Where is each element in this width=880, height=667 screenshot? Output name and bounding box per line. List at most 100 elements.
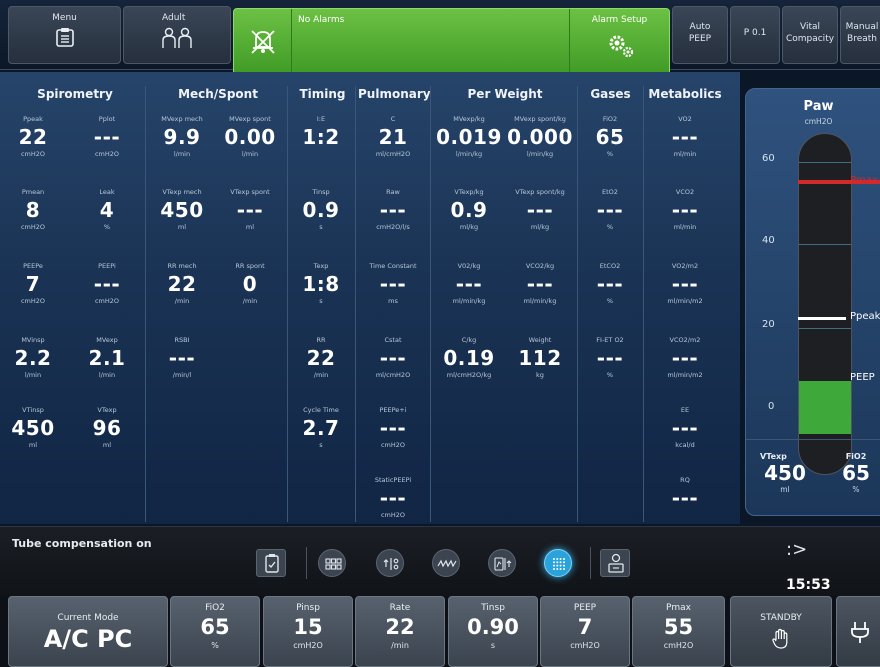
value-label: VTinsp	[22, 406, 44, 414]
manual-breath-button[interactable]: Manual Breath	[840, 6, 880, 64]
setting-label: Rate	[389, 603, 411, 613]
patient-info-button[interactable]	[600, 549, 630, 577]
value-rr: RR 22/min	[291, 336, 351, 380]
menu-label: Menu	[52, 13, 77, 23]
value-number: 96	[92, 416, 122, 440]
current-mode-value: A/C PC	[43, 625, 133, 653]
value-unit: ml/min/kg	[452, 297, 486, 305]
alarm-status-text: No Alarms	[298, 15, 345, 25]
value-number: ---	[93, 125, 121, 149]
value-label: MVexp spont/kg	[514, 115, 566, 123]
setting-tinsp-button[interactable]: Tinsp 0.90 s	[448, 596, 538, 667]
p01-label: P 0.1	[743, 28, 767, 38]
split-view-button[interactable]	[376, 549, 404, 577]
setting-label: Pinsp	[296, 603, 320, 613]
column-divider	[355, 86, 356, 522]
value-unit: s	[319, 223, 323, 231]
settings-bar: Current Mode A/C PC FiO2 65% Pinsp 15 cmH2O…	[0, 596, 880, 667]
value-fi-et-o2: FI-ET O2 ---%	[580, 336, 640, 380]
paw-ppeak-label: Ppeak	[850, 311, 880, 323]
setting-pmax-button[interactable]: Pmax 55 cmH2O	[632, 596, 725, 667]
value-unit: /min	[313, 371, 329, 379]
value-vco2-per-m2: VCO2/m2 --- ml/min/m2	[646, 336, 724, 380]
value-number: 0.019	[436, 125, 502, 149]
menu-button[interactable]: Menu	[8, 6, 121, 64]
value-mvinsp: MVinsp 2.2 l/min	[8, 336, 58, 380]
setting-value: 0.90	[467, 615, 519, 639]
setting-value: 15	[293, 615, 323, 639]
value-number: 7	[25, 272, 41, 296]
alarm-bar[interactable]: No Alarms Alarm Setup	[233, 8, 670, 76]
value-compliance: C 21 ml/cmH2O	[358, 115, 428, 159]
alarm-silence-button[interactable]	[234, 9, 292, 75]
value-unit: ml	[102, 441, 112, 449]
clock: 15:53	[786, 577, 831, 593]
setting-pinsp-button[interactable]: Pinsp 15 cmH2O	[263, 596, 353, 667]
value-number: ---	[455, 272, 483, 296]
numerics-view-button[interactable]	[544, 549, 572, 577]
value-mvexp-per-kg: MVexp/kg 0.019 l/min/kg	[434, 115, 504, 159]
standby-button[interactable]: STANDBY	[730, 596, 832, 667]
value-mvexp-mech: MVexp mech 9.9 l/min	[150, 115, 214, 159]
setting-value: 22	[385, 615, 415, 639]
value-number: 0.00	[224, 125, 276, 149]
value-peepe: PEEPe 7 cmH2O	[8, 262, 58, 306]
value-unit: kcal/d	[675, 441, 695, 449]
manual-breath-line2: Breath	[847, 34, 877, 44]
value-rr-spont: RR spont 0/min	[216, 262, 284, 306]
layout-grid-button[interactable]	[318, 549, 346, 577]
paw-peep-label: PEEP	[850, 372, 875, 384]
setting-fio2-button[interactable]: FiO2 65%	[170, 596, 260, 667]
value-vtexp: VTexp 96 ml	[82, 406, 132, 450]
value-texp: Texp 1:8 s	[291, 262, 351, 306]
value-number: ---	[379, 486, 407, 510]
waveforms-button[interactable]	[432, 549, 460, 577]
dot-grid-icon	[553, 558, 565, 570]
column-divider	[643, 86, 644, 522]
value-c-per-kg: C/kg 0.19 ml/cmH2O/kg	[434, 336, 504, 380]
auto-peep-button[interactable]: Auto PEEP	[672, 6, 728, 64]
value-number: 450	[11, 416, 55, 440]
trends-button[interactable]	[488, 549, 516, 577]
value-unit: ml	[177, 223, 187, 231]
value-unit: %	[852, 485, 860, 494]
vital-capacity-button[interactable]: Vital Compacity	[782, 6, 838, 64]
tube-compensation-status: Tube compensation on	[12, 537, 152, 550]
value-number: 65	[595, 125, 625, 149]
patient-add-icon	[608, 553, 624, 573]
column-divider	[577, 86, 578, 522]
current-mode-button[interactable]: Current Mode A/C PC	[8, 596, 168, 667]
setting-value: 7	[577, 615, 593, 639]
value-mvexp: MVexp 2.1 l/min	[82, 336, 132, 380]
paw-unit: cmH2O	[804, 117, 833, 126]
value-unit: ml/kg	[459, 223, 479, 231]
value-unit: l/min/kg	[526, 150, 554, 158]
setting-peep-button[interactable]: PEEP 7 cmH2O	[540, 596, 630, 667]
value-number: ---	[93, 272, 121, 296]
standby-label: STANDBY	[760, 613, 802, 623]
value-number: 0.000	[507, 125, 573, 149]
value-unit: ms	[388, 297, 398, 305]
value-number: 0	[242, 272, 258, 296]
value-unit: ml/kg	[530, 223, 550, 231]
patient-type-label: Adult	[162, 13, 186, 23]
group-title-mech-spont: Mech/Spont	[178, 87, 258, 101]
value-label: Cycle Time	[303, 406, 339, 414]
value-etco2: EtCO2 ---%	[580, 262, 640, 306]
setting-rate-button[interactable]: Rate 22/min	[355, 596, 445, 667]
paw-tick-0: 0	[768, 401, 775, 412]
alarm-setup-button[interactable]: Alarm Setup	[569, 9, 669, 75]
value-pplot: Pplot --- cmH2O	[82, 115, 132, 159]
checklist-button[interactable]	[256, 549, 286, 577]
patient-type-button[interactable]: Adult	[123, 6, 231, 64]
value-unit: l/min/kg	[455, 150, 483, 158]
value-unit: ml/min/m2	[667, 297, 703, 305]
value-label: RR spont	[235, 262, 265, 270]
value-label: RSBI	[174, 336, 190, 344]
value-label: VCO2/kg	[525, 262, 555, 270]
value-number: ---	[671, 125, 699, 149]
p01-button[interactable]: P 0.1	[730, 6, 780, 64]
value-number: ---	[596, 198, 624, 222]
power-plug-button[interactable]	[836, 596, 880, 667]
value-vtinsp: VTinsp 450 ml	[8, 406, 58, 450]
